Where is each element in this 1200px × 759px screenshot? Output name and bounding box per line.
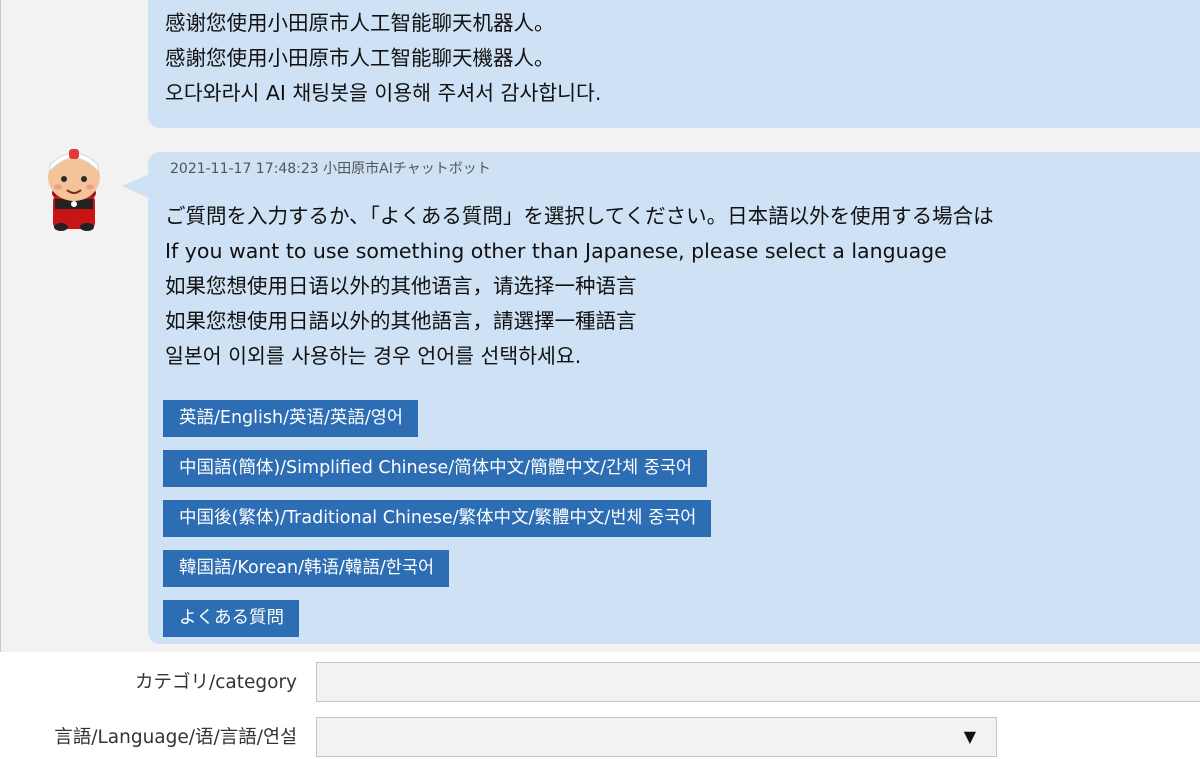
language-select[interactable]: ▼	[316, 717, 997, 757]
message-line: 일본어 이외를 사용하는 경우 언어를 선택하세요.	[165, 344, 582, 368]
category-label: カテゴリ/category	[135, 672, 297, 693]
chatbot-window: 感谢您使用小田原市人工智能聊天机器人。 感謝您使用小田原市人工智能聊天機器人。 …	[0, 0, 1200, 759]
category-select[interactable]	[316, 662, 1200, 702]
message-line: 感謝您使用小田原市人工智能聊天機器人。	[165, 46, 555, 70]
mascot-avatar-icon	[41, 141, 107, 233]
chat-log[interactable]: 感谢您使用小田原市人工智能聊天机器人。 感謝您使用小田原市人工智能聊天機器人。 …	[0, 0, 1200, 652]
language-row: 言語/Language/语/言語/연설 ▼	[0, 717, 1200, 759]
option-simplified-chinese-button[interactable]: 中国語(簡体)/Simplified Chinese/简体中文/簡體中文/간체 …	[163, 450, 708, 487]
message-line: If you want to use something other than …	[165, 239, 947, 263]
category-row: カテゴリ/category	[0, 662, 1200, 704]
bot-message-bubble: 2021-11-17 17:48:23 小田原市AIチャットボット ご質問を入力…	[148, 152, 1200, 644]
option-korean-button[interactable]: 韓国語/Korean/韩语/韓語/한국어	[163, 550, 450, 587]
message-line: 感谢您使用小田原市人工智能聊天机器人。	[165, 11, 555, 35]
message-body: ご質問を入力するか、「よくある質問」を選択してください。日本語以外を使用する場合…	[165, 199, 994, 374]
dropdown-arrow-icon: ▼	[963, 727, 976, 746]
message-line: 오다와라시 AI 채팅봇을 이용해 주셔서 감사합니다.	[165, 81, 602, 105]
message-line: ご質問を入力するか、「よくある質問」を選択してください。日本語以外を使用する場合…	[165, 204, 994, 228]
message-line: 如果您想使用日語以外的其他語言，請選擇一種語言	[165, 309, 637, 333]
message-line: 如果您想使用日语以外的其他语言，请选择一种语言	[165, 274, 637, 298]
language-options: 英語/English/英语/英語/영어 中国語(簡体)/Simplified C…	[163, 400, 712, 650]
language-label: 言語/Language/语/言語/연설	[54, 727, 297, 748]
message-meta: 2021-11-17 17:48:23 小田原市AIチャットボット	[170, 158, 491, 178]
option-traditional-chinese-button[interactable]: 中国後(繁体)/Traditional Chinese/繁体中文/繁體中文/번체…	[163, 500, 712, 537]
option-english-button[interactable]: 英語/English/英语/英語/영어	[163, 400, 418, 437]
faq-button[interactable]: よくある質問	[163, 600, 299, 637]
bubble-tail	[122, 174, 149, 198]
message-timestamp: 2021-11-17 17:48:23	[170, 161, 319, 177]
previous-message-bubble: 感谢您使用小田原市人工智能聊天机器人。 感謝您使用小田原市人工智能聊天機器人。 …	[148, 0, 1200, 128]
message-sender: 小田原市AIチャットボット	[323, 161, 491, 177]
